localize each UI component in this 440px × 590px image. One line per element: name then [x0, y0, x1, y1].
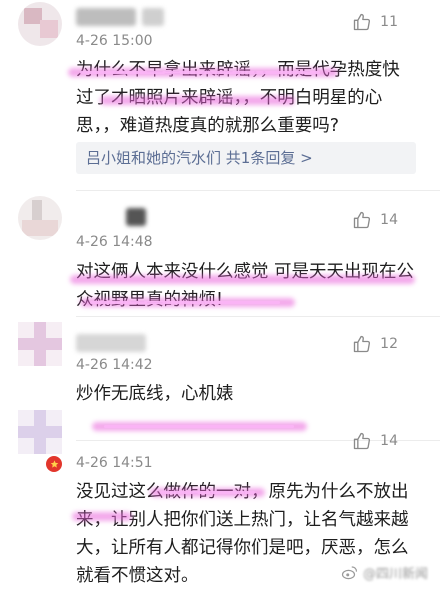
like-button[interactable]: 14: [352, 431, 398, 451]
like-button[interactable]: 11: [352, 12, 398, 32]
watermark: @四川新闻: [341, 563, 428, 582]
divider: [76, 316, 440, 317]
like-count: 14: [380, 433, 398, 449]
username-blurred: [142, 8, 164, 26]
highlight-stroke: [80, 71, 320, 74]
username-blurred[interactable]: [76, 334, 146, 352]
comment-time: 4-26 14:48: [76, 234, 153, 250]
divider: [76, 190, 440, 191]
highlight-stroke: [104, 425, 294, 428]
highlight-stroke: [160, 491, 255, 494]
avatar[interactable]: [18, 2, 62, 46]
username-blurred[interactable]: [76, 8, 136, 26]
comment-time: 4-26 14:51: [76, 455, 153, 471]
like-count: 11: [380, 14, 398, 30]
avatar[interactable]: [18, 196, 62, 240]
like-button[interactable]: 12: [352, 334, 398, 354]
weibo-icon: [341, 565, 357, 579]
like-count: 14: [380, 212, 398, 228]
like-count: 12: [380, 336, 398, 352]
thumbs-up-icon: [354, 13, 371, 31]
reply-summary-link[interactable]: 吕小姐和她的汽水们 共1条回复 >: [76, 142, 416, 174]
verified-badge-icon: [46, 456, 62, 472]
avatar[interactable]: [18, 322, 62, 366]
comment-time: 4-26 14:42: [76, 357, 153, 373]
like-button[interactable]: 14: [352, 210, 398, 230]
username-blurred[interactable]: [126, 208, 146, 226]
highlight-stroke: [90, 301, 280, 304]
avatar[interactable]: [18, 410, 62, 454]
comment-time: 4-26 15:00: [76, 33, 153, 49]
thumbs-up-icon: [354, 211, 371, 229]
highlight-stroke: [100, 96, 295, 105]
thumbs-up-icon: [354, 432, 371, 450]
comment-text: 炒作无底线，心机婊: [76, 384, 234, 404]
highlight-stroke: [72, 512, 132, 521]
highlight-stroke: [70, 275, 415, 284]
watermark-text: @四川新闻: [362, 567, 428, 582]
thumbs-up-icon: [354, 335, 371, 353]
